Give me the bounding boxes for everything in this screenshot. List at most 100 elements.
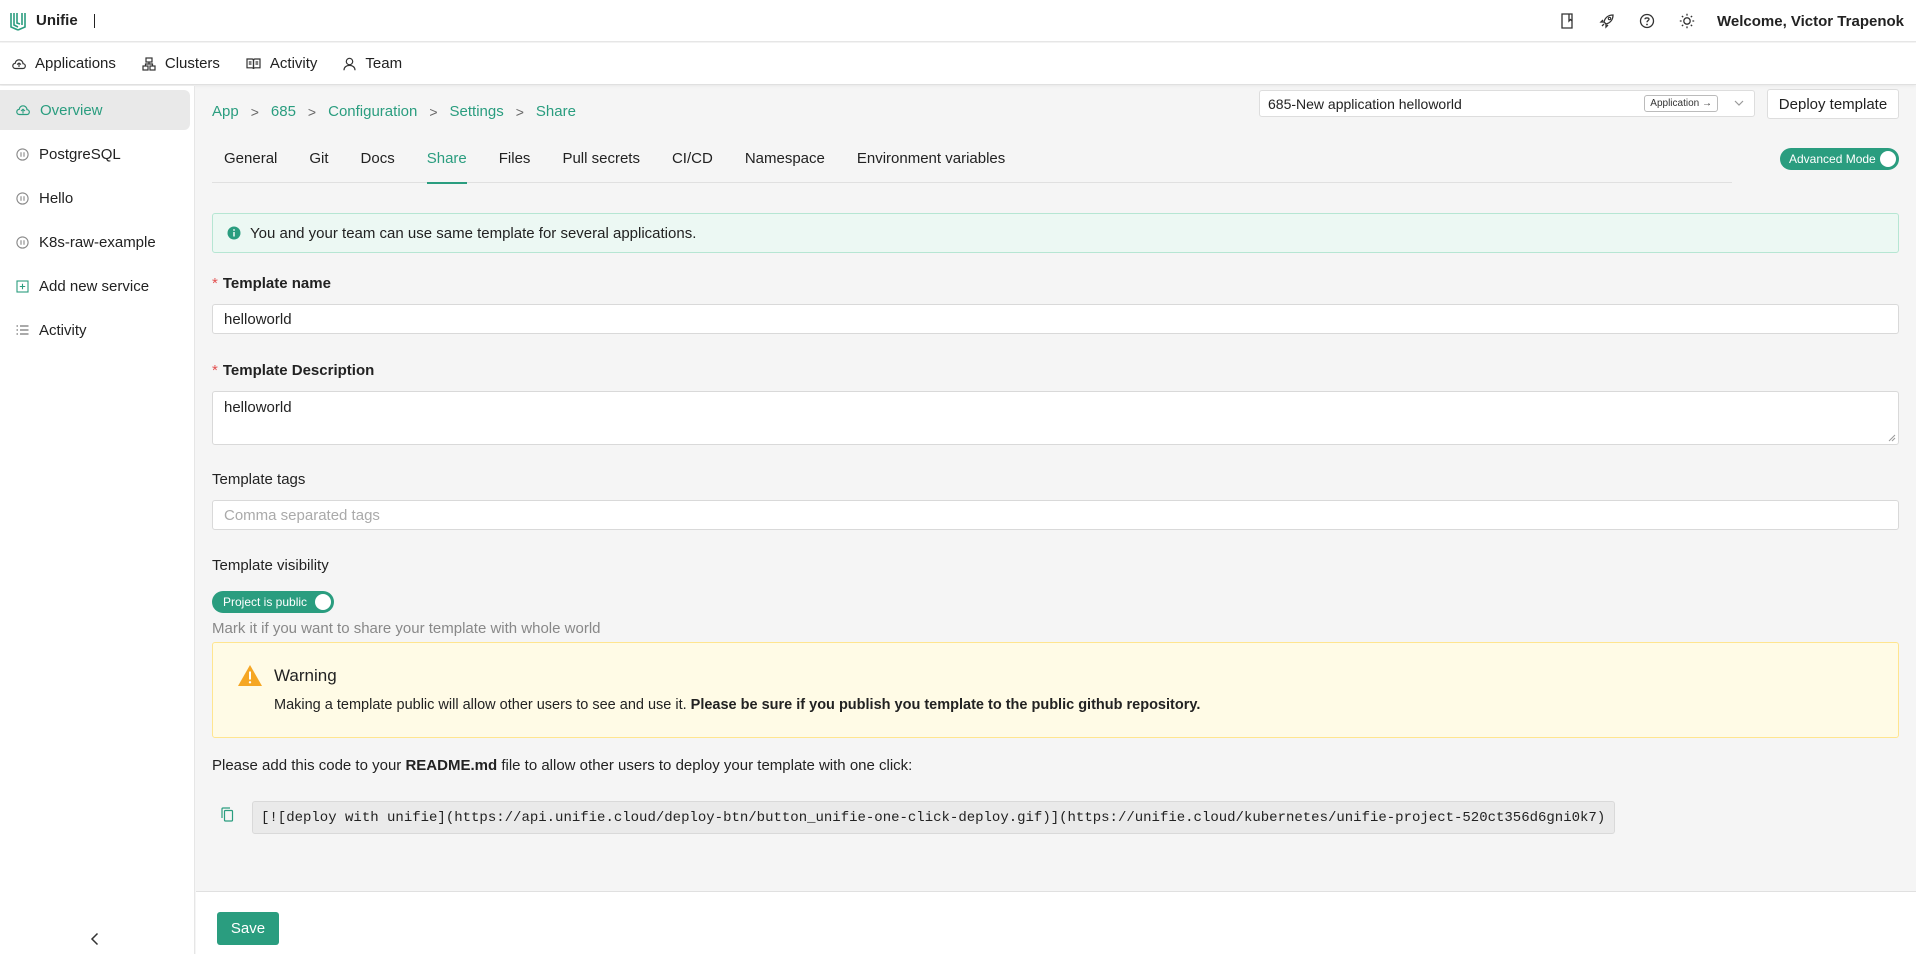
warning-icon <box>237 664 263 687</box>
pause-circle-icon <box>16 235 39 249</box>
nav-activity[interactable]: Activity <box>246 55 318 72</box>
chevron-down-icon[interactable] <box>1733 97 1745 109</box>
user-icon <box>343 57 365 71</box>
breadcrumb-configuration[interactable]: Configuration <box>328 103 417 120</box>
nav-team-label: Team <box>365 55 403 72</box>
sidebar-item-k8s-raw-example[interactable]: K8s-raw-example <box>0 222 190 262</box>
project-public-label: Project is public <box>223 595 308 609</box>
nav-clusters[interactable]: Clusters <box>142 55 220 72</box>
warning-alert: Warning Making a template public will al… <box>212 642 1899 738</box>
resize-handle-icon[interactable] <box>1888 434 1896 442</box>
list-icon <box>16 324 39 336</box>
tab-pull-secrets[interactable]: Pull secrets <box>562 146 640 183</box>
cloud-upload-icon <box>16 104 40 116</box>
breadcrumb-share[interactable]: Share <box>536 103 576 120</box>
nav-activity-label: Activity <box>269 55 318 72</box>
main-nav: Applications Clusters Activity Team <box>0 43 1916 85</box>
template-description-label: * Template Description <box>212 362 374 379</box>
pause-circle-icon <box>16 191 39 205</box>
tab-ci-cd[interactable]: CI/CD <box>672 146 713 183</box>
sidebar-item-label: Add new service <box>39 277 150 295</box>
application-select-value: 685-New application helloworld <box>1268 95 1462 112</box>
warning-text-bold: Please be sure if you publish you templa… <box>690 697 1201 713</box>
sidebar-item-hello[interactable]: Hello <box>0 178 190 218</box>
warning-title: Warning <box>274 666 337 685</box>
book-open-icon <box>246 57 270 70</box>
theme-icon[interactable] <box>1677 11 1697 31</box>
cluster-icon <box>142 56 165 71</box>
readme-after: file to allow other users to deploy your… <box>501 757 913 774</box>
required-marker: * <box>212 362 218 379</box>
warning-text: Making a template public will allow othe… <box>274 697 1200 713</box>
readme-before: Please add this code to your <box>212 757 402 774</box>
template-tags-input[interactable]: Comma separated tags <box>212 500 1899 530</box>
top-bar: Unifie Welcome, Victor Trapenok <box>0 0 1916 42</box>
tab-files[interactable]: Files <box>499 146 531 183</box>
logo[interactable]: Unifie <box>8 11 95 31</box>
breadcrumb: App > 685 > Configuration > Settings > S… <box>212 103 576 120</box>
sidebar-item-activity[interactable]: Activity <box>0 310 190 350</box>
advanced-mode-label: Advanced Mode <box>1789 152 1876 166</box>
save-button[interactable]: Save <box>217 912 279 945</box>
warning-text-main: Making a template public will allow othe… <box>274 697 687 713</box>
template-name-label: * Template name <box>212 275 331 292</box>
nav-applications-label: Applications <box>35 55 116 72</box>
visibility-hint: Mark it if you want to share your templa… <box>212 620 601 637</box>
pause-circle-icon <box>16 147 39 161</box>
required-marker: * <box>212 275 218 292</box>
breadcrumb-app[interactable]: App <box>212 103 239 120</box>
deploy-template-button[interactable]: Deploy template <box>1767 89 1899 119</box>
sidebar: Overview PostgreSQL Hello K8s-raw-exampl… <box>0 86 195 954</box>
app-name: Unifie <box>36 12 78 29</box>
chevron-left-icon[interactable] <box>86 930 104 948</box>
readme-code[interactable]: [![deploy with unifie](https://api.unifi… <box>252 801 1615 834</box>
footer-bar: Save <box>196 891 1916 954</box>
template-name-input[interactable]: helloworld <box>212 304 1899 334</box>
sidebar-item-label: Hello <box>39 189 74 207</box>
tab-docs[interactable]: Docs <box>361 146 395 183</box>
breadcrumb-settings[interactable]: Settings <box>450 103 504 120</box>
application-tag[interactable]: Application → <box>1644 95 1718 112</box>
sidebar-item-label: Activity <box>39 321 87 339</box>
nav-applications[interactable]: Applications <box>12 55 116 72</box>
tab-git[interactable]: Git <box>309 146 328 183</box>
project-public-toggle[interactable]: Project is public <box>212 591 334 613</box>
sidebar-item-add-new-service[interactable]: Add new service <box>0 266 190 306</box>
sidebar-item-postgresql[interactable]: PostgreSQL <box>0 134 190 174</box>
toggle-knob <box>1880 151 1896 167</box>
chevron-right-icon: > <box>515 103 524 120</box>
template-name-label-text: Template name <box>222 275 331 292</box>
main-content: App > 685 > Configuration > Settings > S… <box>196 86 1916 891</box>
help-icon[interactable] <box>1637 11 1657 31</box>
tab-share[interactable]: Share <box>426 146 467 184</box>
top-right-actions: Welcome, Victor Trapenok <box>1557 0 1904 42</box>
tab-environment-variables[interactable]: Environment variables <box>857 146 1005 183</box>
nav-clusters-label: Clusters <box>164 55 220 72</box>
tab-general[interactable]: General <box>224 146 277 183</box>
readme-file: README.md <box>405 757 498 774</box>
welcome-text: Welcome, Victor Trapenok <box>1716 12 1904 30</box>
application-select[interactable]: 685-New application helloworld Applicati… <box>1259 90 1755 117</box>
sidebar-item-overview[interactable]: Overview <box>0 90 190 130</box>
chevron-right-icon: > <box>307 103 317 120</box>
book-icon[interactable] <box>1557 11 1577 31</box>
template-description-label-text: Template Description <box>222 362 375 379</box>
copy-icon[interactable] <box>221 807 234 822</box>
unifie-logo-icon <box>8 11 28 31</box>
rocket-icon[interactable] <box>1597 11 1617 31</box>
chevron-right-icon: > <box>250 103 259 120</box>
template-visibility-label: Template visibility <box>212 557 329 574</box>
template-description-textarea[interactable]: helloworld <box>212 391 1899 445</box>
logo-divider <box>93 13 95 28</box>
info-icon <box>227 226 250 240</box>
chevron-right-icon: > <box>429 103 438 120</box>
info-alert: You and your team can use same template … <box>212 213 1899 253</box>
readme-instructions: Please add this code to your README.md f… <box>212 757 912 774</box>
tab-namespace[interactable]: Namespace <box>745 146 825 183</box>
breadcrumb-685[interactable]: 685 <box>271 103 296 120</box>
template-tags-label: Template tags <box>212 471 306 488</box>
template-description-value: helloworld <box>224 399 292 416</box>
advanced-mode-toggle[interactable]: Advanced Mode <box>1780 148 1899 170</box>
sidebar-item-label: Overview <box>40 101 103 119</box>
nav-team[interactable]: Team <box>343 55 402 72</box>
